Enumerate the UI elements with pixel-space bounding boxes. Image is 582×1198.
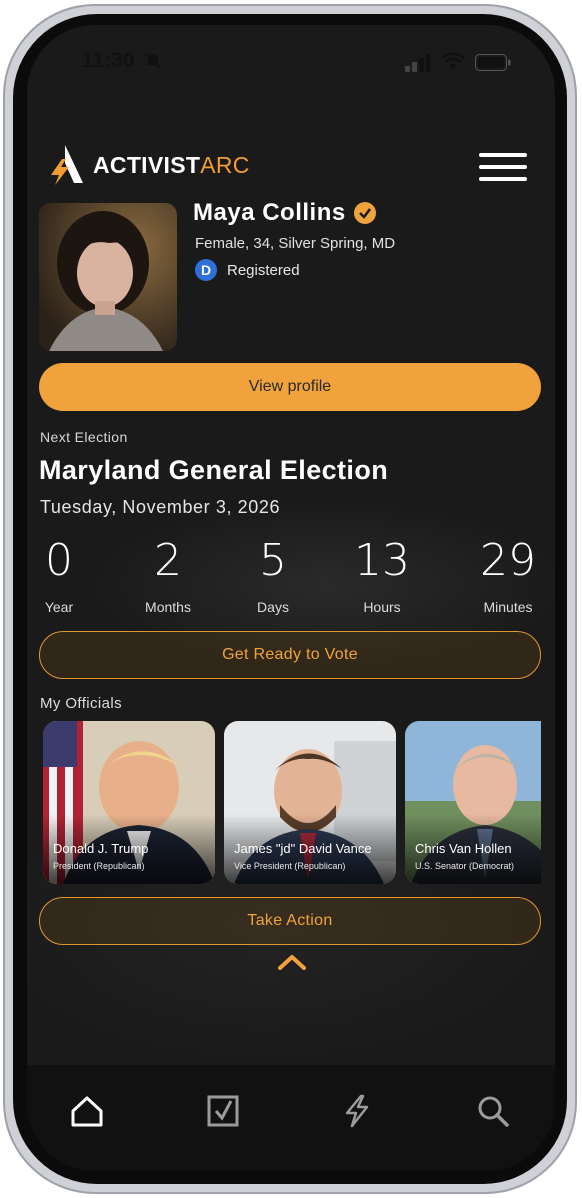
wifi-icon xyxy=(441,52,465,70)
countdown-value: 5 xyxy=(259,535,287,586)
official-card[interactable]: Donald J. Trump President (Republican) xyxy=(43,721,215,884)
election-date: Tuesday, November 3, 2026 xyxy=(40,497,281,517)
my-officials-label: My Officials xyxy=(40,695,123,712)
lightning-a-logo-icon xyxy=(51,145,83,185)
view-profile-button[interactable]: View profile xyxy=(39,363,541,411)
official-name: Donald J. Trump xyxy=(53,841,149,856)
profile-avatar[interactable] xyxy=(39,203,177,351)
home-icon[interactable] xyxy=(69,1093,105,1129)
verified-badge-icon xyxy=(353,202,376,224)
profile-name: Maya Collins xyxy=(193,199,376,227)
registration-label: Registered xyxy=(227,261,300,279)
election-countdown: 0 Year 2 Months 5 Days 13 Hours 29 Minut… xyxy=(27,531,555,621)
countdown-value: 0 xyxy=(45,535,73,586)
countdown-minutes: 29 Minutes xyxy=(467,531,549,615)
official-name: James "jd" David Vance xyxy=(234,841,372,856)
bell-muted-icon xyxy=(145,53,161,69)
checkbox-icon[interactable] xyxy=(205,1093,241,1129)
officials-carousel[interactable]: Donald J. Trump President (Republican) J… xyxy=(43,721,541,886)
search-icon[interactable] xyxy=(475,1093,511,1129)
chevron-up-icon[interactable] xyxy=(277,953,307,971)
logo-text-light: ARC xyxy=(200,151,250,178)
official-name: Chris Van Hollen xyxy=(415,841,512,856)
profile-details: Female, 34, Silver Spring, MD xyxy=(195,235,396,252)
app-logo[interactable]: ACTIVISTARC xyxy=(49,145,250,185)
countdown-months: 2 Months xyxy=(133,531,203,615)
app-screen: 11:30 ACTIVISTARC Maya Collins Female, 3… xyxy=(27,25,555,1171)
status-time: 11:30 xyxy=(82,49,135,72)
bottom-navigation xyxy=(27,1065,555,1171)
countdown-unit: Year xyxy=(44,599,74,615)
countdown-unit: Days xyxy=(257,599,289,615)
battery-icon xyxy=(475,54,511,71)
official-title: Vice President (Republican) xyxy=(234,861,346,871)
official-card[interactable]: James "jd" David Vance Vice President (R… xyxy=(224,721,396,884)
next-election-label: Next Election xyxy=(40,429,128,445)
countdown-unit: Hours xyxy=(363,599,401,615)
countdown-unit: Minutes xyxy=(483,599,533,615)
take-action-button[interactable]: Take Action xyxy=(39,897,541,945)
logo-text-bold: ACTIVIST xyxy=(93,151,201,178)
official-card[interactable]: Chris Van Hollen U.S. Senator (Democrat) xyxy=(405,721,541,884)
countdown-value: 13 xyxy=(354,535,410,586)
registration-status: D Registered xyxy=(195,259,300,281)
election-title: Maryland General Election xyxy=(39,455,389,485)
countdown-hours: 13 Hours xyxy=(345,531,419,615)
official-title: U.S. Senator (Democrat) xyxy=(415,861,515,871)
logo-wordmark: ACTIVISTARC xyxy=(93,152,250,179)
cellular-signal-icon xyxy=(405,54,431,72)
countdown-days: 5 Days xyxy=(243,531,303,615)
profile-name-text: Maya Collins xyxy=(193,199,346,226)
countdown-year: 0 Year xyxy=(31,531,87,615)
countdown-value: 29 xyxy=(480,535,536,586)
countdown-unit: Months xyxy=(145,599,191,615)
lightning-icon[interactable] xyxy=(339,1093,375,1129)
democrat-party-icon: D xyxy=(195,259,217,281)
countdown-value: 2 xyxy=(154,535,182,586)
avatar-portrait-image xyxy=(39,203,177,351)
get-ready-to-vote-button[interactable]: Get Ready to Vote xyxy=(39,631,541,679)
hamburger-menu-icon[interactable] xyxy=(479,153,527,181)
status-bar: 11:30 xyxy=(27,45,555,79)
official-title: President (Republican) xyxy=(53,861,145,871)
